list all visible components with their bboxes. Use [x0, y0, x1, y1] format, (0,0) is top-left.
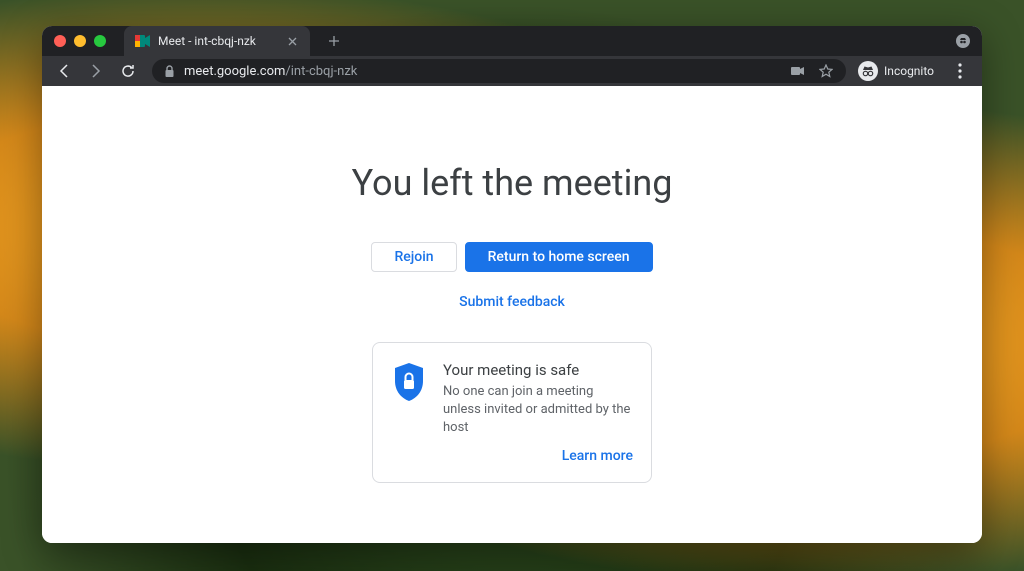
- submit-feedback-link[interactable]: Submit feedback: [459, 294, 565, 310]
- page-content: You left the meeting Rejoin Return to ho…: [42, 86, 982, 543]
- safety-text: Your meeting is safe No one can join a m…: [443, 361, 633, 438]
- window-minimize-button[interactable]: [74, 35, 86, 47]
- safety-title: Your meeting is safe: [443, 361, 633, 379]
- incognito-label: Incognito: [884, 64, 934, 78]
- page-title: You left the meeting: [352, 162, 673, 204]
- rejoin-button[interactable]: Rejoin: [371, 242, 456, 272]
- lock-icon: [162, 64, 176, 78]
- window-maximize-button[interactable]: [94, 35, 106, 47]
- safety-card: Your meeting is safe No one can join a m…: [372, 342, 652, 483]
- meet-favicon-icon: [134, 33, 150, 49]
- browser-toolbar: meet.google.com/int-cbqj-nzk Incognito: [42, 56, 982, 86]
- new-tab-button[interactable]: [324, 31, 344, 51]
- safety-description: No one can join a meeting unless invited…: [443, 383, 633, 438]
- incognito-icon: [858, 61, 878, 81]
- shield-lock-icon: [391, 361, 427, 403]
- browser-tab[interactable]: Meet - int-cbqj-nzk: [124, 26, 310, 56]
- action-buttons: Rejoin Return to home screen: [371, 242, 652, 272]
- browser-menu-button[interactable]: [946, 57, 974, 85]
- address-bar[interactable]: meet.google.com/int-cbqj-nzk: [152, 59, 846, 83]
- window-close-button[interactable]: [54, 35, 66, 47]
- safety-row: Your meeting is safe No one can join a m…: [391, 361, 633, 438]
- incognito-badge[interactable]: Incognito: [856, 59, 942, 83]
- url-text: meet.google.com/int-cbqj-nzk: [184, 64, 780, 79]
- window-controls: [54, 35, 106, 47]
- browser-window: Meet - int-cbqj-nzk meet.google.com/i: [42, 26, 982, 543]
- url-domain: meet.google.com: [184, 64, 285, 79]
- url-path: /int-cbqj-nzk: [285, 64, 357, 79]
- incognito-indicator-icon: [956, 34, 970, 48]
- return-home-button[interactable]: Return to home screen: [465, 242, 653, 272]
- forward-button[interactable]: [82, 57, 110, 85]
- reload-button[interactable]: [114, 57, 142, 85]
- camera-indicator-icon[interactable]: [788, 61, 808, 81]
- back-button[interactable]: [50, 57, 78, 85]
- browser-titlebar: Meet - int-cbqj-nzk: [42, 26, 982, 56]
- bookmark-star-icon[interactable]: [816, 61, 836, 81]
- tab-close-button[interactable]: [284, 33, 300, 49]
- tab-title: Meet - int-cbqj-nzk: [158, 34, 276, 48]
- learn-more-link[interactable]: Learn more: [391, 448, 633, 464]
